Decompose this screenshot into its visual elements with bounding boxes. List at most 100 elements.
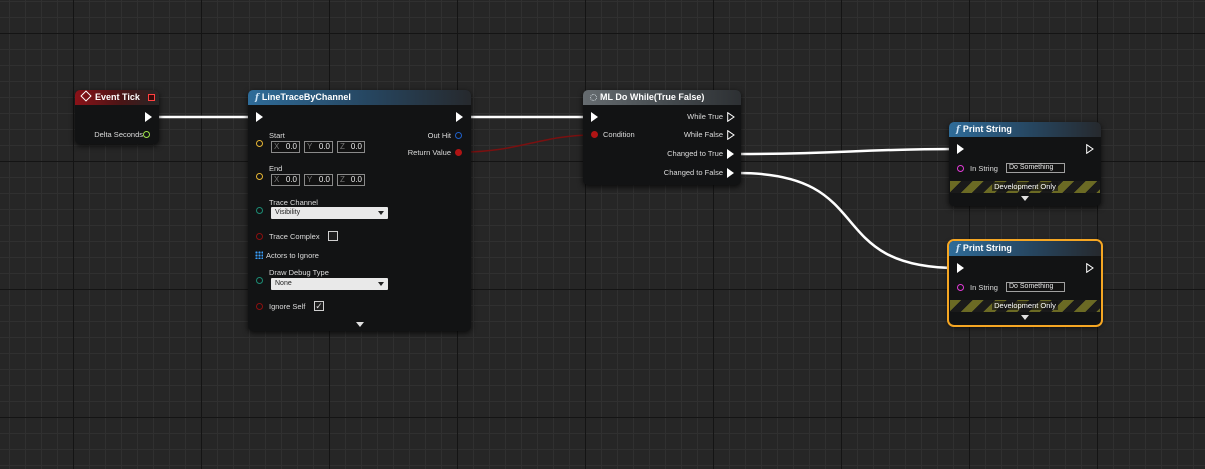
in-string-value: Do Something <box>1009 283 1054 290</box>
in-string-pin[interactable] <box>957 284 964 291</box>
trace-complex-checkbox[interactable] <box>328 231 338 241</box>
delta-seconds-label: Delta Seconds <box>94 130 143 139</box>
function-f-icon: f <box>956 244 960 254</box>
line-trace-exec-in-pin[interactable] <box>256 112 263 122</box>
do-while-node[interactable]: ML Do While(True False) Condition While … <box>583 90 741 185</box>
in-string-input[interactable]: Do Something <box>1006 163 1065 173</box>
line-trace-title: LineTraceByChannel <box>261 92 351 102</box>
print-string-2-exec-in-pin[interactable] <box>957 263 964 273</box>
condition-label: Condition <box>603 130 635 139</box>
in-string-pin[interactable] <box>957 165 964 172</box>
start-x-axis-label: X <box>274 142 280 151</box>
while-false-label: While False <box>683 130 723 139</box>
wire-layer <box>158 115 959 270</box>
end-label: End <box>269 164 283 173</box>
start-y-axis-label: Y <box>307 142 313 151</box>
draw-debug-type-label: Draw Debug Type <box>269 268 329 277</box>
event-tick-node[interactable]: Event Tick Delta Seconds <box>75 90 159 144</box>
bool-wire-return-to-condition <box>461 134 595 153</box>
function-f-icon: f <box>956 125 960 135</box>
event-diamond-icon <box>80 90 92 102</box>
start-z-field[interactable]: Z 0.0 <box>337 141 365 153</box>
macro-gear-icon <box>590 94 597 101</box>
while-true-exec-pin[interactable] <box>727 112 735 122</box>
draw-debug-type-dropdown[interactable]: None <box>271 278 388 290</box>
end-y-value: 0.0 <box>318 175 330 184</box>
end-y-axis-label: Y <box>307 175 313 184</box>
in-string-input[interactable]: Do Something <box>1006 282 1065 292</box>
expand-advanced-arrow-icon[interactable] <box>1021 196 1029 201</box>
line-trace-header[interactable]: f LineTraceByChannel <box>248 90 471 105</box>
print-string-1-header[interactable]: f Print String <box>949 122 1101 137</box>
return-value-label: Return Value <box>407 148 451 157</box>
function-f-icon: f <box>255 93 259 103</box>
line-trace-node[interactable]: f LineTraceByChannel Out Hit Return Value… <box>248 90 471 331</box>
expand-advanced-arrow-icon[interactable] <box>1021 315 1029 320</box>
ignore-self-checkbox[interactable]: ✓ <box>314 301 324 311</box>
event-tick-title: Event Tick <box>95 92 140 102</box>
end-pin[interactable] <box>256 173 263 180</box>
condition-pin[interactable] <box>591 131 598 138</box>
end-z-field[interactable]: Z 0.0 <box>337 174 365 186</box>
end-z-axis-label: Z <box>340 175 345 184</box>
end-x-axis-label: X <box>274 175 280 184</box>
development-only-banner: Development Only <box>950 300 1100 312</box>
out-hit-label: Out Hit <box>427 131 451 140</box>
start-y-field[interactable]: Y 0.0 <box>304 141 333 153</box>
print-string-1-title: Print String <box>962 124 1012 134</box>
end-x-field[interactable]: X 0.0 <box>271 174 300 186</box>
print-string-2-header[interactable]: f Print String <box>949 241 1101 256</box>
start-label: Start <box>269 131 285 140</box>
in-string-label: In String <box>970 283 998 292</box>
changed-false-exec-pin[interactable] <box>727 168 734 178</box>
exec-wire-true-to-print1 <box>737 147 959 156</box>
trace-channel-value: Visibility <box>275 209 301 216</box>
event-tick-exec-out-pin[interactable] <box>145 112 152 122</box>
print-string-2-title: Print String <box>962 243 1012 253</box>
print-string-1-exec-in-pin[interactable] <box>957 144 964 154</box>
print-string-node-2[interactable]: f Print String In String Do Something Dev… <box>947 239 1103 327</box>
delta-seconds-pin[interactable] <box>143 131 150 138</box>
print-string-1-exec-out-pin[interactable] <box>1086 144 1094 154</box>
expand-advanced-arrow-icon[interactable] <box>356 322 364 327</box>
return-value-pin[interactable] <box>455 149 462 156</box>
end-z-value: 0.0 <box>350 175 362 184</box>
draw-debug-type-pin[interactable] <box>256 277 263 284</box>
print-string-2-exec-out-pin[interactable] <box>1086 263 1094 273</box>
development-only-label: Development Only <box>992 301 1058 310</box>
array-pin-icon[interactable] <box>255 251 263 259</box>
trace-complex-pin[interactable] <box>256 233 263 240</box>
trace-channel-dropdown[interactable]: Visibility <box>271 207 388 219</box>
chevron-down-icon <box>378 211 384 215</box>
ignore-self-pin[interactable] <box>256 303 263 310</box>
line-trace-exec-out-pin[interactable] <box>456 112 463 122</box>
while-false-exec-pin[interactable] <box>727 130 735 140</box>
exec-wire-false-to-print2 <box>737 171 959 270</box>
changed-false-label: Changed to False <box>663 168 723 177</box>
start-y-value: 0.0 <box>318 142 330 151</box>
do-while-header[interactable]: ML Do While(True False) <box>583 90 741 105</box>
in-string-label: In String <box>970 164 998 173</box>
trace-channel-pin[interactable] <box>256 207 263 214</box>
while-true-label: While True <box>687 112 723 121</box>
start-z-axis-label: Z <box>340 142 345 151</box>
out-hit-pin[interactable] <box>455 132 462 139</box>
ignore-self-label: Ignore Self <box>269 302 306 311</box>
checkmark-icon: ✓ <box>315 301 323 311</box>
do-while-exec-in-pin[interactable] <box>591 112 598 122</box>
start-x-value: 0.0 <box>285 142 297 151</box>
start-pin[interactable] <box>256 140 263 147</box>
draw-debug-type-value: None <box>275 280 292 287</box>
print-string-node-1[interactable]: f Print String In String Do Something Dev… <box>949 122 1101 206</box>
end-y-field[interactable]: Y 0.0 <box>304 174 333 186</box>
changed-true-label: Changed to True <box>667 149 723 158</box>
development-only-label: Development Only <box>992 182 1058 191</box>
start-x-field[interactable]: X 0.0 <box>271 141 300 153</box>
event-tick-header[interactable]: Event Tick <box>75 90 159 105</box>
chevron-down-icon <box>378 282 384 286</box>
development-only-banner: Development Only <box>950 181 1100 193</box>
trace-complex-label: Trace Complex <box>269 232 320 241</box>
actors-to-ignore-label: Actors to Ignore <box>266 251 319 260</box>
changed-true-exec-pin[interactable] <box>727 149 734 159</box>
delegate-pin-icon[interactable] <box>148 94 155 101</box>
